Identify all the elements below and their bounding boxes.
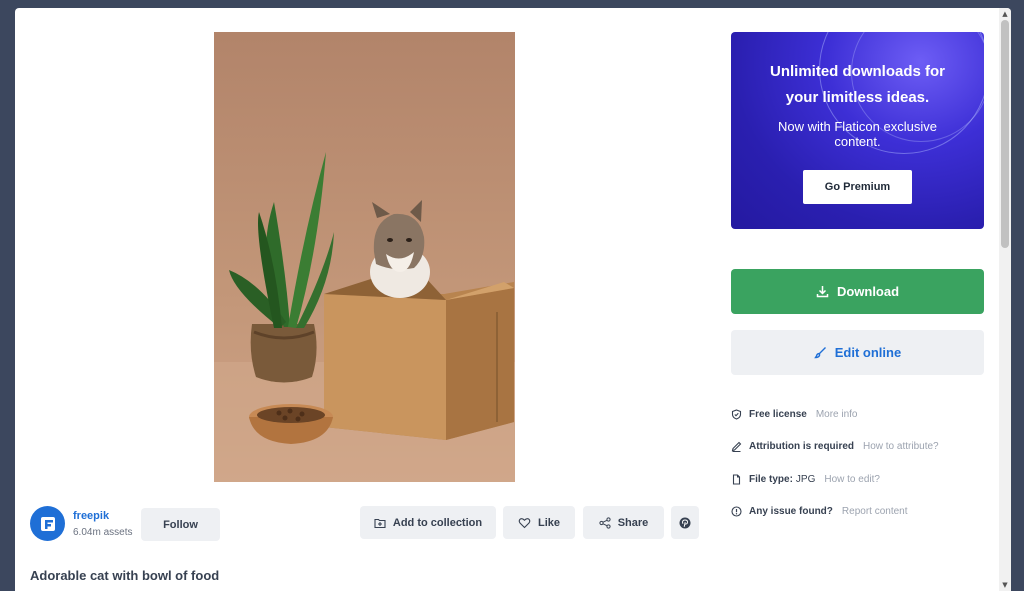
scroll-down-arrow[interactable]: ▼ [1001, 581, 1009, 589]
more-info-link[interactable]: More info [816, 409, 858, 420]
issue-label: Any issue found? [749, 506, 833, 517]
share-icon [599, 516, 611, 529]
freepik-logo-icon [40, 516, 55, 531]
file-type-label: File type: [749, 474, 793, 485]
like-label: Like [537, 516, 560, 529]
issue-info: Any issue found? Report content [731, 506, 908, 517]
edit-online-label: Edit online [834, 345, 902, 360]
heart-icon [518, 517, 531, 528]
license-info: Free license More info [731, 409, 858, 420]
collection-icon [374, 518, 386, 528]
attribution-info: Attribution is required How to attribute… [731, 441, 939, 452]
add-to-collection-label: Add to collection [392, 516, 483, 529]
scrollbar[interactable]: ▲ ▼ [999, 8, 1011, 591]
file-type-value: JPG [795, 474, 816, 485]
edit-online-button[interactable]: Edit online [731, 330, 984, 375]
scrollbar-thumb[interactable] [1001, 20, 1009, 248]
how-to-attribute-link[interactable]: How to attribute? [863, 441, 939, 452]
resource-title: Adorable cat with bowl of food [30, 568, 220, 583]
cat-photo-illustration [214, 32, 515, 482]
premium-heading: Unlimited downloads for your limitless i… [770, 63, 945, 106]
like-button[interactable]: Like [503, 506, 575, 539]
license-label: Free license [749, 409, 807, 420]
pinterest-icon [679, 517, 691, 528]
download-icon [816, 286, 829, 298]
pen-icon [731, 441, 742, 452]
info-icon [731, 506, 742, 517]
pinterest-button[interactable] [671, 506, 699, 539]
author-name[interactable]: freepik [73, 510, 132, 522]
author-block: freepik 6.04m assets [30, 506, 132, 541]
download-button[interactable]: Download [731, 269, 984, 314]
download-label: Download [836, 284, 900, 299]
file-type-info: File type: JPG How to edit? [731, 474, 880, 485]
scroll-up-arrow[interactable]: ▲ [1001, 10, 1009, 18]
shield-icon [731, 409, 742, 420]
author-assets: 6.04m assets [73, 526, 133, 538]
resource-image[interactable] [214, 32, 515, 482]
premium-subtext: Now with Flaticon exclusive content. [778, 119, 937, 149]
share-label: Share [617, 516, 649, 529]
go-premium-button[interactable]: Go Premium [803, 170, 912, 204]
resource-modal: Unlimited downloads for your limitless i… [15, 8, 1011, 591]
report-content-link[interactable]: Report content [842, 506, 908, 517]
brush-icon [813, 347, 826, 359]
file-icon [732, 474, 741, 485]
share-button[interactable]: Share [583, 506, 664, 539]
avatar[interactable] [30, 506, 65, 541]
follow-button[interactable]: Follow [141, 508, 220, 541]
add-to-collection-button[interactable]: Add to collection [360, 506, 496, 539]
how-to-edit-link[interactable]: How to edit? [824, 474, 880, 485]
attribution-label: Attribution is required [749, 441, 854, 452]
premium-banner: Unlimited downloads for your limitless i… [731, 32, 984, 229]
